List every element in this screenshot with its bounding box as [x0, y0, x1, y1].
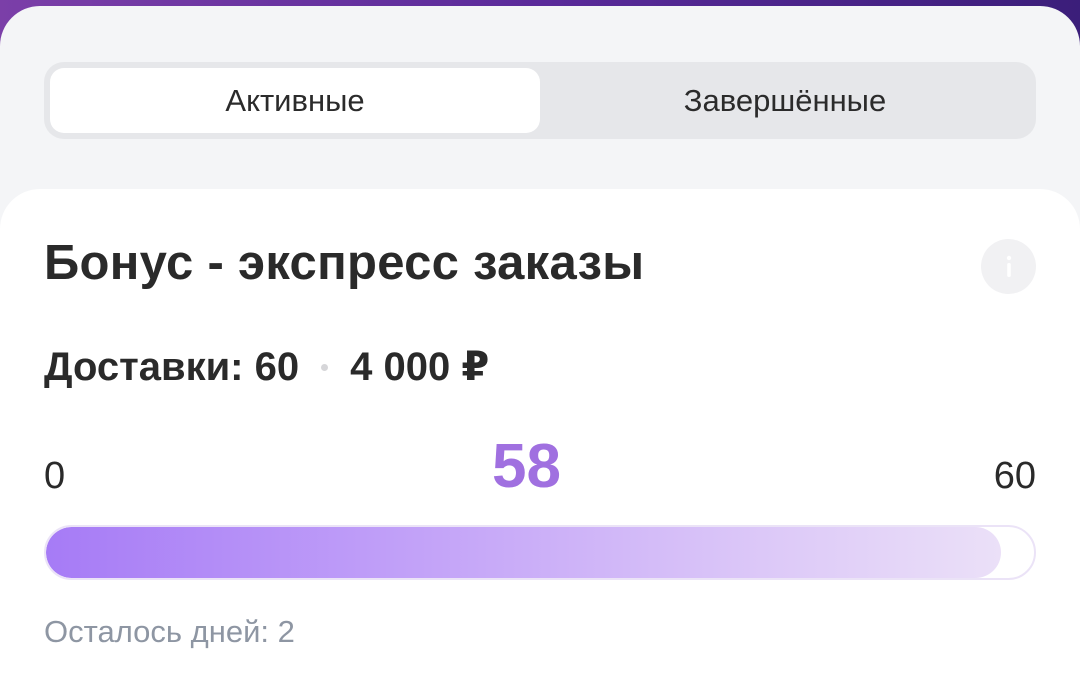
progress-current-value: 58 — [492, 432, 561, 501]
progress-bar — [44, 525, 1036, 580]
progress-max-label: 60 — [993, 455, 1036, 497]
progress-min-label: 0 — [44, 455, 66, 497]
separator-dot — [321, 363, 329, 371]
bonus-title: Бонус - экспресс заказы — [44, 236, 645, 290]
info-icon — [1006, 255, 1011, 277]
bonus-stats: Доставки: 60 4 000 ₽ — [44, 344, 489, 390]
tab-completed[interactable]: Завершённые — [540, 68, 1030, 133]
bottom-sheet: Активные Завершённые Бонус - экспресс за… — [0, 6, 1080, 687]
progress-fill — [46, 527, 1002, 578]
tab-active[interactable]: Активные — [50, 68, 540, 133]
reward-amount: 4 000 ₽ — [350, 345, 490, 389]
segmented-tabs: Активные Завершённые — [44, 62, 1036, 139]
days-left-text: Осталось дней: 2 — [44, 614, 295, 649]
deliveries-count: Доставки: 60 — [44, 344, 300, 389]
bonus-card[interactable]: Бонус - экспресс заказы Доставки: 60 4 0… — [0, 189, 1080, 687]
info-button[interactable] — [981, 239, 1036, 294]
